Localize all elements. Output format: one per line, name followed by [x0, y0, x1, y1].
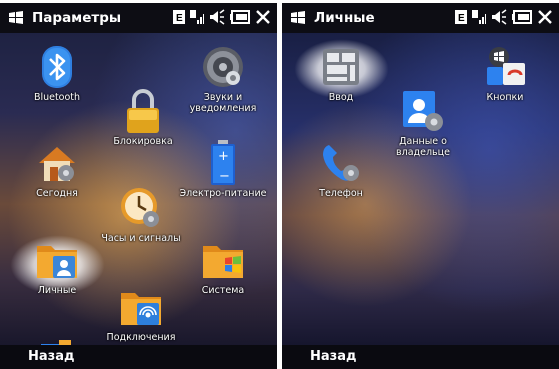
settings-item-label: Личные [37, 285, 77, 296]
close-icon[interactable] [537, 9, 553, 25]
battery-status-icon[interactable] [230, 10, 250, 24]
clock-icon [119, 186, 163, 230]
personal-item-input[interactable]: Ввод [296, 45, 386, 103]
settings-item-label: Система [201, 285, 245, 296]
settings-item-label: Bluetooth [33, 92, 81, 103]
battery-status-icon[interactable] [512, 10, 532, 24]
settings-item-label: Сегодня [36, 188, 78, 199]
buttons-icon [483, 45, 527, 89]
svg-text:E: E [176, 13, 183, 24]
settings-item-label: Звуки и уведомления [189, 92, 257, 114]
settings-screen: Параметры E Bluetooth Звуки и уведомлени… [0, 3, 277, 369]
connections-folder-icon [119, 285, 163, 329]
settings-item-label: Блокировка [113, 136, 173, 147]
settings-item-system[interactable]: Система [178, 238, 268, 296]
settings-item-personal[interactable]: Личные [12, 238, 102, 296]
title-bar: Личные E [282, 3, 559, 33]
bluetooth-icon [35, 45, 79, 89]
personal-item-label: Ввод [328, 92, 354, 103]
personal-screen: Личные E Ввод Кнопки Данные о владельце [282, 3, 559, 369]
page-title: Параметры [32, 10, 122, 26]
settings-item-sounds[interactable]: Звуки и уведомления [178, 45, 268, 114]
status-icons: E [455, 9, 553, 25]
settings-item-label: Часы и сигналы [101, 233, 181, 244]
back-softkey[interactable]: Назад [310, 349, 356, 364]
svg-text:−: − [219, 169, 230, 184]
menu-bar: Назад [0, 345, 277, 369]
data-connection-icon[interactable]: E [455, 10, 467, 24]
windows-start-icon[interactable] [290, 10, 306, 26]
personal-item-label: Данные о владельце [396, 136, 450, 158]
signal-icon[interactable] [472, 10, 486, 24]
svg-text:+: + [218, 149, 229, 164]
battery-icon: + − [201, 140, 245, 185]
sounds-icon [201, 45, 245, 89]
personal-item-owner[interactable]: Данные о владельце [378, 89, 468, 158]
system-folder-icon [201, 238, 245, 282]
personal-item-label: Кнопки [486, 92, 524, 103]
settings-item-clock[interactable]: Часы и сигналы [96, 186, 186, 244]
volume-icon[interactable] [491, 9, 507, 25]
status-icons: E [173, 9, 271, 25]
menu-bar: Назад [282, 345, 559, 369]
lock-icon [121, 89, 165, 133]
owner-info-icon [401, 89, 445, 133]
today-icon [35, 141, 79, 185]
volume-icon[interactable] [209, 9, 225, 25]
phone-icon [319, 141, 363, 185]
svg-text:E: E [458, 13, 465, 24]
input-keyboard-icon [319, 45, 363, 89]
settings-item-lock[interactable]: Блокировка [98, 89, 188, 147]
back-softkey[interactable]: Назад [28, 349, 74, 364]
settings-item-today[interactable]: Сегодня [12, 141, 102, 199]
signal-icon[interactable] [190, 10, 204, 24]
settings-item-power[interactable]: + − Электро-питание [178, 140, 268, 199]
settings-item-label: Подключения [106, 332, 176, 343]
data-connection-icon[interactable]: E [173, 10, 185, 24]
windows-start-icon[interactable] [8, 10, 24, 26]
personal-item-phone[interactable]: Телефон [296, 141, 386, 199]
title-bar: Параметры E [0, 3, 277, 33]
personal-item-label: Телефон [319, 188, 363, 199]
close-icon[interactable] [255, 9, 271, 25]
personal-item-buttons[interactable]: Кнопки [460, 45, 550, 103]
page-title: Личные [314, 10, 375, 26]
settings-item-bluetooth[interactable]: Bluetooth [12, 45, 102, 103]
settings-item-connections[interactable]: Подключения [96, 285, 186, 343]
personal-folder-icon [35, 238, 79, 282]
settings-item-label: Электро-питание [179, 188, 267, 199]
